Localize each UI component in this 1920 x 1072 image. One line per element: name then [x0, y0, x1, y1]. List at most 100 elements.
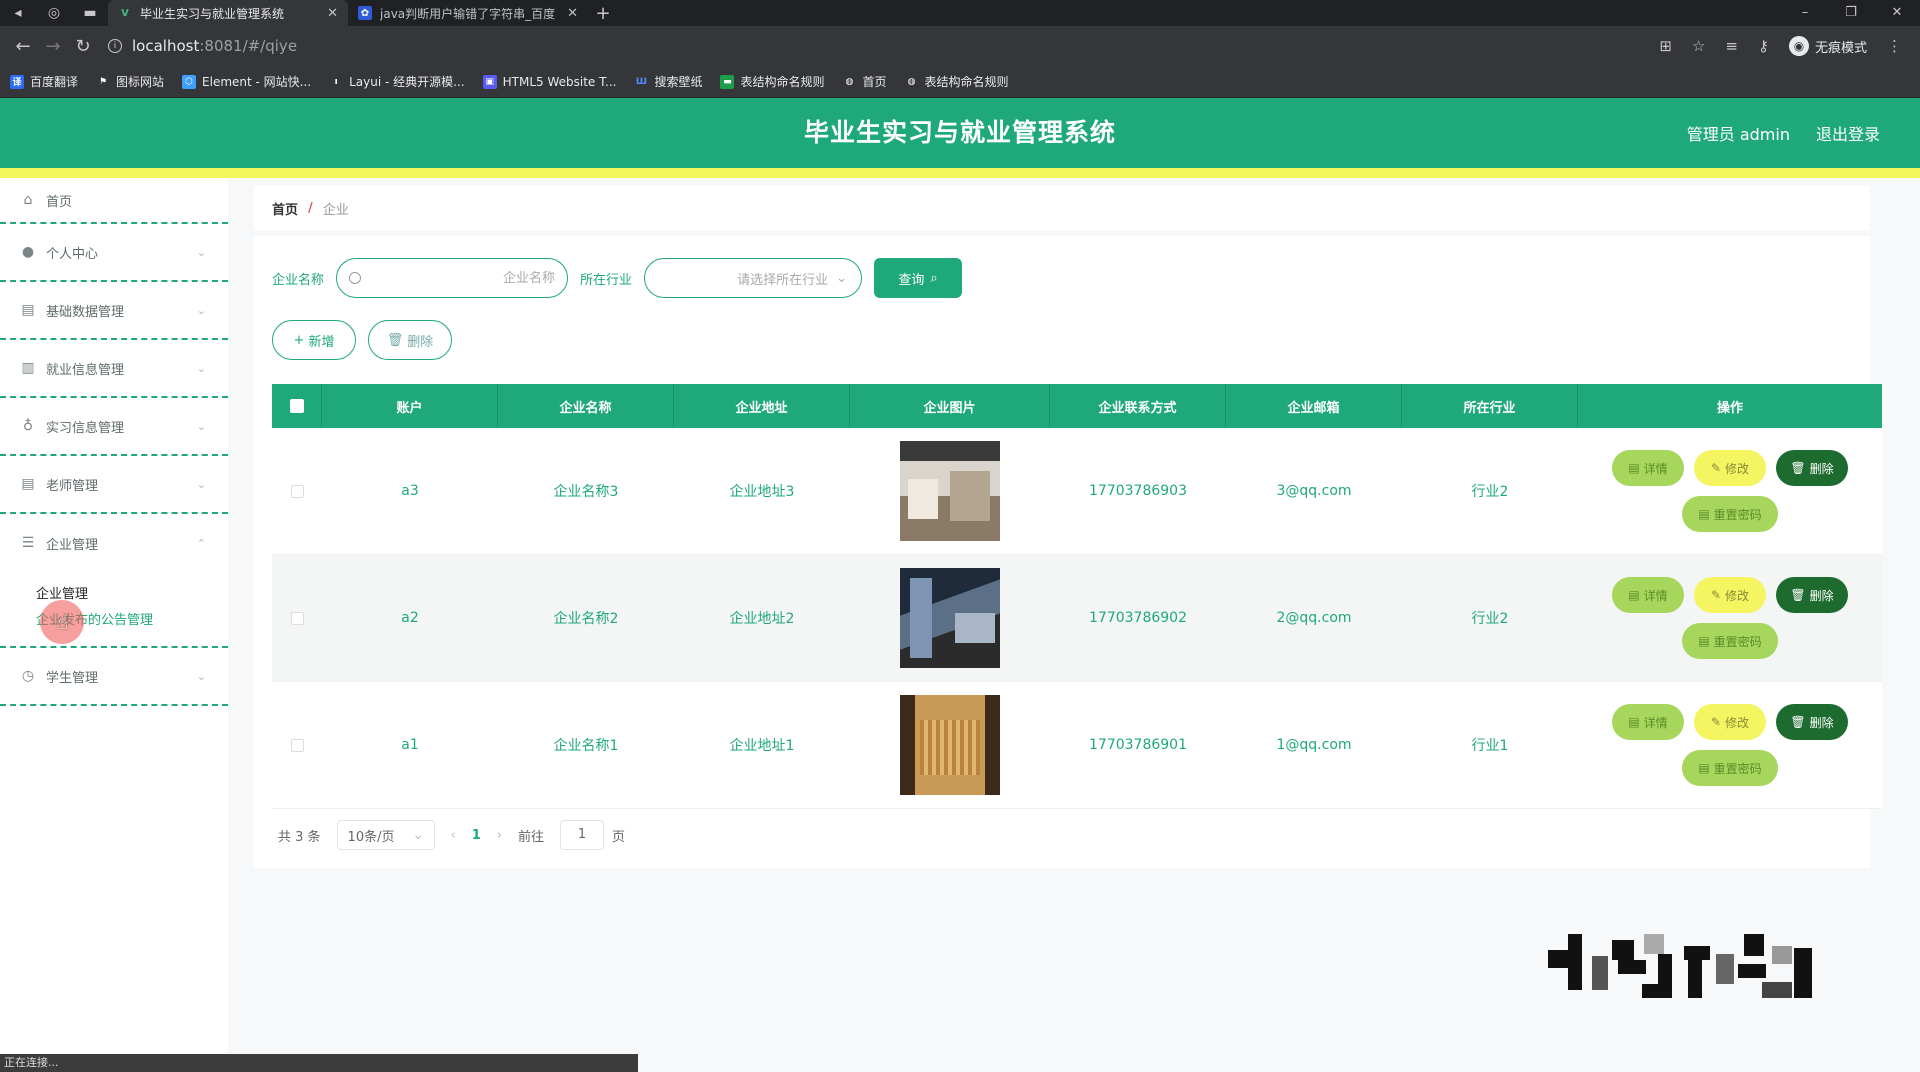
edit-button[interactable]: ✎ 修改 — [1694, 704, 1766, 740]
next-page-icon[interactable]: › — [497, 828, 502, 843]
detail-button[interactable]: ▤ 详情 — [1612, 450, 1684, 486]
cell-operations: ▤ 详情 ✎ 修改 🗑 删除 ▤ 重置密码 — [1578, 682, 1882, 808]
bookmark[interactable]: ▣ HTML5 Website T... — [482, 74, 616, 89]
reading-list-icon[interactable]: ≡ — [1725, 37, 1738, 55]
restore-icon[interactable]: ❐ — [1828, 0, 1874, 26]
reset-password-button[interactable]: ▤ 重置密码 — [1682, 496, 1778, 532]
cell-address: 企业地址3 — [729, 484, 795, 500]
row-checkbox[interactable] — [290, 611, 304, 625]
reset-password-button[interactable]: ▤ 重置密码 — [1682, 623, 1778, 659]
sidebar-item-internship[interactable]: ♁ 实习信息管理 ⌄ — [0, 398, 228, 456]
star-icon[interactable]: ☆ — [1692, 37, 1705, 55]
bookmark[interactable]: Ш 搜索壁纸 — [634, 73, 703, 90]
goto-page-input[interactable]: 1 — [560, 820, 605, 850]
company-name-input-wrap[interactable] — [336, 258, 569, 298]
company-name-input[interactable] — [415, 270, 556, 286]
browser-tab-active[interactable]: V 毕业生实习与就业管理系统 ✕ — [108, 0, 348, 26]
sidebar-item-home[interactable]: ⌂ 首页 — [0, 178, 228, 224]
translate-icon[interactable]: ⊞ — [1659, 37, 1672, 55]
industry-select[interactable]: 请选择所在行业 ⌄ — [644, 258, 863, 298]
more-icon[interactable]: ⋮ — [1887, 37, 1902, 55]
doc-icon: ▤ — [1698, 634, 1710, 648]
row-check-cell — [272, 682, 322, 808]
batch-delete-button[interactable]: 🗑 删除 — [368, 320, 452, 360]
mic-icon: ♁ — [22, 418, 34, 434]
select-all-cell[interactable] — [272, 384, 322, 428]
column-header: 所在行业 — [1402, 384, 1578, 428]
tab-strip-icon[interactable]: ▬ — [72, 0, 108, 26]
chevron-up-icon: ⌃ — [196, 536, 206, 550]
company-image[interactable] — [900, 695, 1000, 795]
mute-icon[interactable]: ◂ — [0, 0, 36, 26]
sidebar-item-personal[interactable]: ● 个人中心 ⌄ — [0, 224, 228, 282]
window-controls: – ❐ ✕ — [1782, 0, 1920, 26]
cell-address: 企业地址2 — [729, 611, 795, 627]
chevron-down-icon: ⌄ — [196, 361, 206, 375]
delete-button[interactable]: 🗑 删除 — [1776, 577, 1848, 613]
op-row: ▤ 详情 ✎ 修改 🗑 删除 — [1612, 450, 1848, 486]
column-header: 账户 — [322, 384, 498, 428]
site-icon[interactable]: ◎ — [36, 0, 72, 26]
bookmark[interactable]: 译百度翻译 — [10, 73, 78, 90]
flag-icon: ⚑ — [98, 76, 108, 87]
detail-button[interactable]: ▤ 详情 — [1612, 704, 1684, 740]
forward-icon[interactable]: → — [38, 36, 68, 57]
page-number[interactable]: 1 — [472, 828, 481, 843]
app-title: 毕业生实习与就业管理系统 — [803, 118, 1116, 147]
edit-button[interactable]: ✎ 修改 — [1694, 577, 1766, 613]
close-window-icon[interactable]: ✕ — [1874, 0, 1920, 26]
bookmark[interactable]: ▬ 表结构命名规则 — [720, 73, 824, 90]
sidebar-item-student[interactable]: ◷ 学生管理 ⌄ — [0, 648, 228, 706]
wallpaper-icon: Ш — [635, 76, 648, 87]
edit-button[interactable]: ✎ 修改 — [1694, 450, 1766, 486]
company-image[interactable] — [900, 441, 1000, 541]
sidebar-item-teacher[interactable]: ▤ 老师管理 ⌄ — [0, 456, 228, 514]
bookmarks-bar: 译百度翻译 ⚑ 图标网站 ⬡ Element - 网站快... ı Layui - 经… — [0, 66, 1920, 98]
profile-button[interactable]: ◉ 无痕模式 — [1788, 36, 1867, 56]
bookmark[interactable]: ◍ 表结构命名规则 — [905, 73, 1009, 90]
bookmark[interactable]: ⚑ 图标网站 — [96, 73, 164, 90]
row-checkbox[interactable] — [290, 738, 304, 752]
prev-page-icon[interactable]: ‹ — [451, 828, 456, 843]
bookmark[interactable]: ı Layui - 经典开源模... — [329, 73, 465, 90]
delete-button[interactable]: 🗑 删除 — [1776, 450, 1848, 486]
logout-button[interactable]: 退出登录 — [1816, 121, 1880, 145]
delete-button[interactable]: 🗑 删除 — [1776, 704, 1848, 740]
sidebar-item-company[interactable]: ☰ 企业管理 ⌃ — [0, 514, 228, 572]
chevron-down-icon: ⌄ — [196, 419, 206, 433]
close-tab-icon[interactable]: ✕ — [327, 6, 338, 21]
close-tab-icon[interactable]: ✕ — [567, 6, 578, 21]
key-icon[interactable]: ⚷ — [1758, 37, 1769, 55]
company-image[interactable] — [900, 568, 1000, 668]
cell-name: 企业名称1 — [553, 738, 619, 754]
bookmark[interactable]: ◍ 首页 — [842, 73, 887, 90]
bookmark[interactable]: ⬡ Element - 网站快... — [182, 73, 311, 90]
company-submenu: 企业管理 企业发布的公告管理 — [0, 572, 228, 648]
cell-operations: ▤ 详情 ✎ 修改 🗑 删除 ▤ 重置密码 — [1578, 428, 1882, 554]
row-checkbox[interactable] — [290, 484, 304, 498]
new-tab-icon[interactable]: + — [588, 3, 618, 24]
reset-password-button[interactable]: ▤ 重置密码 — [1682, 750, 1778, 786]
trash-icon: 🗑 — [1790, 588, 1806, 602]
sidebar-item-employment[interactable]: ▥ 就业信息管理 ⌄ — [0, 340, 228, 398]
column-header: 企业图片 — [850, 384, 1050, 428]
op-group: ▤ 详情 ✎ 修改 🗑 删除 ▤ 重置密码 — [1612, 450, 1848, 532]
browser-tab[interactable]: ✿ java判断用户输错了字符串_百度 ✕ — [348, 0, 588, 26]
cell-image — [850, 555, 1050, 681]
back-icon[interactable]: ← — [8, 36, 38, 57]
info-icon[interactable]: i — [108, 39, 122, 53]
element-icon: ⬡ — [182, 74, 197, 89]
url-path: :8081/#/qiye — [199, 37, 298, 55]
select-all-checkbox[interactable] — [289, 399, 304, 413]
reload-icon[interactable]: ↻ — [68, 36, 98, 57]
query-button[interactable]: 查询 ⌕ — [874, 258, 963, 298]
add-button[interactable]: + 新增 — [272, 320, 356, 360]
minimize-icon[interactable]: – — [1782, 0, 1828, 26]
cell-account: a3 — [401, 483, 419, 499]
detail-button[interactable]: ▤ 详情 — [1612, 577, 1684, 613]
sidebar-item-basic-data[interactable]: ▤ 基础数据管理 ⌄ — [0, 282, 228, 340]
breadcrumb-home[interactable]: 首页 — [272, 199, 298, 218]
url-field[interactable]: i localhost:8081/#/qiye — [108, 37, 297, 55]
page-size-select[interactable]: 10条/页 ⌄ — [336, 820, 435, 850]
tab-title: 毕业生实习与就业管理系统 — [140, 6, 285, 21]
